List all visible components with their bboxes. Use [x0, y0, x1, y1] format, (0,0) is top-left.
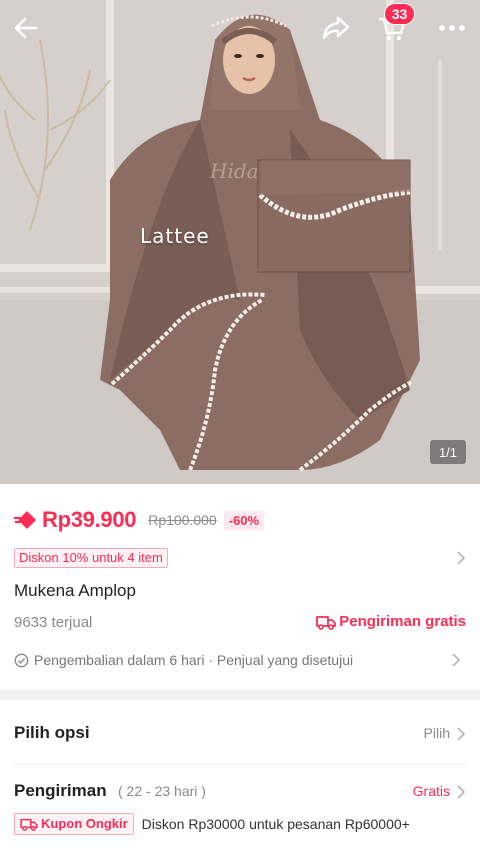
shipping-label: Pengiriman	[14, 781, 107, 800]
top-navigation-bar: 33	[0, 0, 480, 56]
image-page-indicator: 1/1	[430, 440, 466, 464]
row-divider	[14, 764, 466, 765]
chevron-right-icon	[457, 727, 466, 741]
shipping-days: ( 22 - 23 hari )	[118, 783, 206, 799]
shipping-coupon-row[interactable]: Kupon Ongkir Diskon Rp30000 untuk pesana…	[14, 812, 410, 836]
shipping-coupon-text: Diskon Rp30000 untuk pesanan Rp60000+	[141, 816, 410, 832]
original-price: Rp100.000	[148, 512, 217, 528]
more-options-button[interactable]	[432, 8, 472, 48]
select-option-action: Pilih	[423, 725, 450, 741]
back-arrow-icon	[14, 17, 38, 39]
svg-text:Hida: Hida	[209, 159, 259, 183]
shipping-coupon-label: Kupon Ongkir	[41, 816, 128, 831]
section-divider	[0, 690, 480, 700]
bundle-discount-chip: Diskon 10% untuk 4 item	[14, 548, 168, 568]
product-info-section: Rp39.900 Rp100.000 -60% Diskon 10% untuk…	[0, 484, 480, 690]
product-photo: Hida	[0, 0, 480, 484]
share-button[interactable]	[316, 8, 356, 48]
sold-count: 9633 terjual	[14, 614, 93, 631]
check-circle-icon	[14, 653, 29, 667]
photo-color-label: Lattee	[140, 224, 210, 248]
price-row: Rp39.900 Rp100.000 -60%	[14, 506, 265, 534]
discount-badge: -60%	[223, 510, 265, 530]
promo-row[interactable]: Diskon 10% untuk 4 item	[14, 548, 466, 568]
truck-icon	[316, 615, 337, 630]
truck-icon	[20, 818, 38, 831]
more-icon	[439, 25, 465, 31]
product-title: Mukena Amplop	[14, 581, 136, 600]
free-shipping-badge: Pengiriman gratis	[316, 613, 466, 630]
chevron-right-icon	[457, 785, 466, 799]
current-price: Rp39.900	[42, 507, 137, 532]
shipping-cost: Gratis	[412, 783, 450, 799]
cart-count-badge: 33	[384, 3, 415, 25]
flash-sale-icon	[14, 511, 36, 529]
free-shipping-label: Pengiriman gratis	[339, 613, 466, 630]
product-image-gallery[interactable]: Hida Lattee 33 1/1	[0, 0, 480, 484]
chevron-right-icon	[452, 653, 461, 667]
chevron-right-icon	[457, 551, 466, 565]
return-policy-text: Pengembalian dalam 6 hari · Penjual yang…	[34, 652, 354, 668]
shipping-coupon-chip: Kupon Ongkir	[14, 813, 134, 835]
return-policy-row[interactable]: Pengembalian dalam 6 hari · Penjual yang…	[14, 650, 466, 670]
select-option-label: Pilih opsi	[14, 723, 90, 742]
back-button[interactable]	[6, 8, 46, 48]
shipping-row[interactable]: Pengiriman ( 22 - 23 hari ) Gratis	[14, 778, 466, 804]
select-option-row[interactable]: Pilih opsi Pilih	[14, 720, 466, 746]
share-icon	[322, 16, 350, 40]
